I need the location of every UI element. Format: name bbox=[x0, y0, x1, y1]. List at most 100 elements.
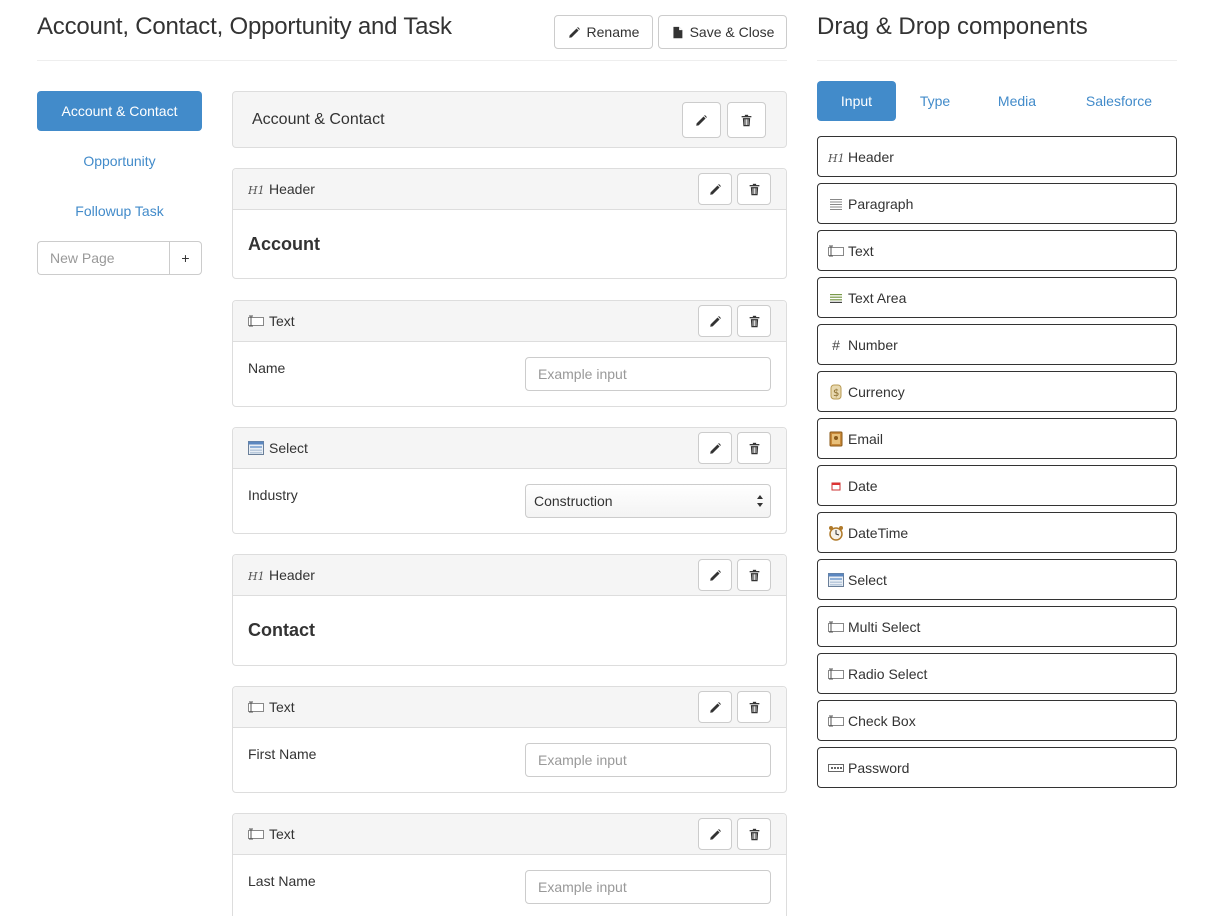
pencil-icon bbox=[709, 701, 722, 714]
trash-icon bbox=[748, 442, 761, 455]
form-component-text[interactable]: Text Last Name bbox=[232, 813, 787, 916]
field-label: Last Name bbox=[248, 873, 316, 889]
add-page-button[interactable]: + bbox=[169, 241, 202, 275]
component-heading-text: Contact bbox=[248, 620, 315, 640]
pencil-icon bbox=[709, 315, 722, 328]
text-field-icon bbox=[828, 667, 844, 681]
component-edit-button[interactable] bbox=[698, 559, 732, 591]
tab-label: Media bbox=[997, 93, 1037, 109]
palette-item-select[interactable]: Select bbox=[817, 559, 1177, 600]
page-panel: Account & Contact bbox=[232, 91, 787, 148]
component-head: Text bbox=[233, 301, 786, 342]
form-component-text[interactable]: Text First Name bbox=[232, 686, 787, 793]
palette-item-label: Text Area bbox=[848, 289, 907, 306]
component-edit-button[interactable] bbox=[698, 432, 732, 464]
component-head: H1 Header bbox=[233, 169, 786, 210]
field-label: First Name bbox=[248, 746, 317, 762]
palette-item-label: Check Box bbox=[848, 712, 916, 729]
tab-type[interactable]: Type bbox=[900, 81, 970, 121]
component-type-label: Text bbox=[269, 313, 295, 329]
component-delete-button[interactable] bbox=[737, 691, 771, 723]
header-divider bbox=[37, 60, 787, 61]
trash-icon bbox=[748, 701, 761, 714]
form-component-header[interactable]: H1 Header Account bbox=[232, 168, 787, 279]
text-field-icon bbox=[248, 314, 264, 328]
palette-title: Drag & Drop components bbox=[817, 13, 1088, 40]
component-type-label: Text bbox=[269, 699, 295, 715]
svg-text:H1: H1 bbox=[828, 152, 844, 163]
rename-button[interactable]: Rename bbox=[554, 15, 653, 49]
select-icon bbox=[828, 572, 844, 587]
component-delete-button[interactable] bbox=[737, 818, 771, 850]
field-label: Industry bbox=[248, 487, 298, 503]
palette-item-datetime[interactable]: DateTime bbox=[817, 512, 1177, 553]
page-edit-button[interactable] bbox=[682, 102, 721, 138]
component-type-label: Text bbox=[269, 826, 295, 842]
component-type: H1 Header bbox=[248, 567, 315, 583]
component-edit-button[interactable] bbox=[698, 173, 732, 205]
tab-salesforce[interactable]: Salesforce bbox=[1063, 81, 1175, 121]
form-component-select[interactable]: Select Industry Construction bbox=[232, 427, 787, 534]
palette-item-multi-select[interactable]: Multi Select bbox=[817, 606, 1177, 647]
save-close-button[interactable]: Save & Close bbox=[658, 15, 787, 49]
palette-item-text-area[interactable]: Text Area bbox=[817, 277, 1177, 318]
palette-item-label: Number bbox=[848, 336, 898, 353]
palette-item-currency[interactable]: $ Currency bbox=[817, 371, 1177, 412]
select-icon bbox=[248, 441, 264, 455]
palette-item-date[interactable]: Date bbox=[817, 465, 1177, 506]
palette-item-radio-select[interactable]: Radio Select bbox=[817, 653, 1177, 694]
nav-page-account-contact[interactable]: Account & Contact bbox=[37, 91, 202, 131]
tab-label: Type bbox=[919, 93, 951, 109]
nav-page-label: Followup Task bbox=[75, 203, 164, 219]
text-field-icon bbox=[248, 827, 264, 841]
text-field-icon bbox=[248, 700, 264, 714]
page-delete-button[interactable] bbox=[727, 102, 766, 138]
palette-item-password[interactable]: Password bbox=[817, 747, 1177, 788]
component-type: Select bbox=[248, 440, 308, 456]
first-name-input[interactable] bbox=[525, 743, 771, 777]
pencil-icon bbox=[695, 114, 708, 127]
select-arrows-icon bbox=[756, 493, 764, 512]
palette-item-header[interactable]: H1 Header bbox=[817, 136, 1177, 177]
component-type: H1 Header bbox=[248, 181, 315, 197]
component-delete-button[interactable] bbox=[737, 173, 771, 205]
component-edit-button[interactable] bbox=[698, 305, 732, 337]
palette-item-check-box[interactable]: Check Box bbox=[817, 700, 1177, 741]
form-component-header[interactable]: H1 Header Contact bbox=[232, 554, 787, 666]
dollar-icon: $ bbox=[828, 384, 844, 399]
text-area-icon bbox=[828, 291, 844, 305]
palette-item-label: DateTime bbox=[848, 524, 909, 541]
component-type-label: Select bbox=[269, 440, 308, 456]
rename-label: Rename bbox=[586, 24, 640, 40]
new-page-input[interactable] bbox=[37, 241, 169, 275]
trash-icon bbox=[740, 114, 753, 127]
component-delete-button[interactable] bbox=[737, 305, 771, 337]
palette-item-label: Header bbox=[848, 148, 894, 165]
save-close-label: Save & Close bbox=[689, 24, 775, 40]
last-name-input[interactable] bbox=[525, 870, 771, 904]
tab-input[interactable]: Input bbox=[817, 81, 896, 121]
palette-item-paragraph[interactable]: Paragraph bbox=[817, 183, 1177, 224]
form-component-text[interactable]: Text Name bbox=[232, 300, 787, 407]
nav-page-opportunity[interactable]: Opportunity bbox=[37, 141, 202, 181]
pencil-icon bbox=[709, 183, 722, 196]
palette-item-number[interactable]: # Number bbox=[817, 324, 1177, 365]
name-input[interactable] bbox=[525, 357, 771, 391]
nav-page-followup-task[interactable]: Followup Task bbox=[37, 191, 202, 231]
palette-item-text[interactable]: Text bbox=[817, 230, 1177, 271]
industry-select[interactable]: Construction bbox=[525, 484, 771, 518]
tab-media[interactable]: Media bbox=[975, 81, 1059, 121]
nav-page-label: Opportunity bbox=[83, 153, 156, 169]
component-type: Text bbox=[248, 826, 295, 842]
page-panel-title: Account & Contact bbox=[252, 111, 385, 128]
palette-item-email[interactable]: Email bbox=[817, 418, 1177, 459]
component-type-label: Header bbox=[269, 181, 315, 197]
h1-icon: H1 bbox=[248, 568, 264, 582]
component-edit-button[interactable] bbox=[698, 818, 732, 850]
component-delete-button[interactable] bbox=[737, 559, 771, 591]
component-delete-button[interactable] bbox=[737, 432, 771, 464]
svg-text:H1: H1 bbox=[248, 184, 264, 195]
component-edit-button[interactable] bbox=[698, 691, 732, 723]
password-icon bbox=[828, 761, 844, 775]
component-head: H1 Header bbox=[233, 555, 786, 596]
